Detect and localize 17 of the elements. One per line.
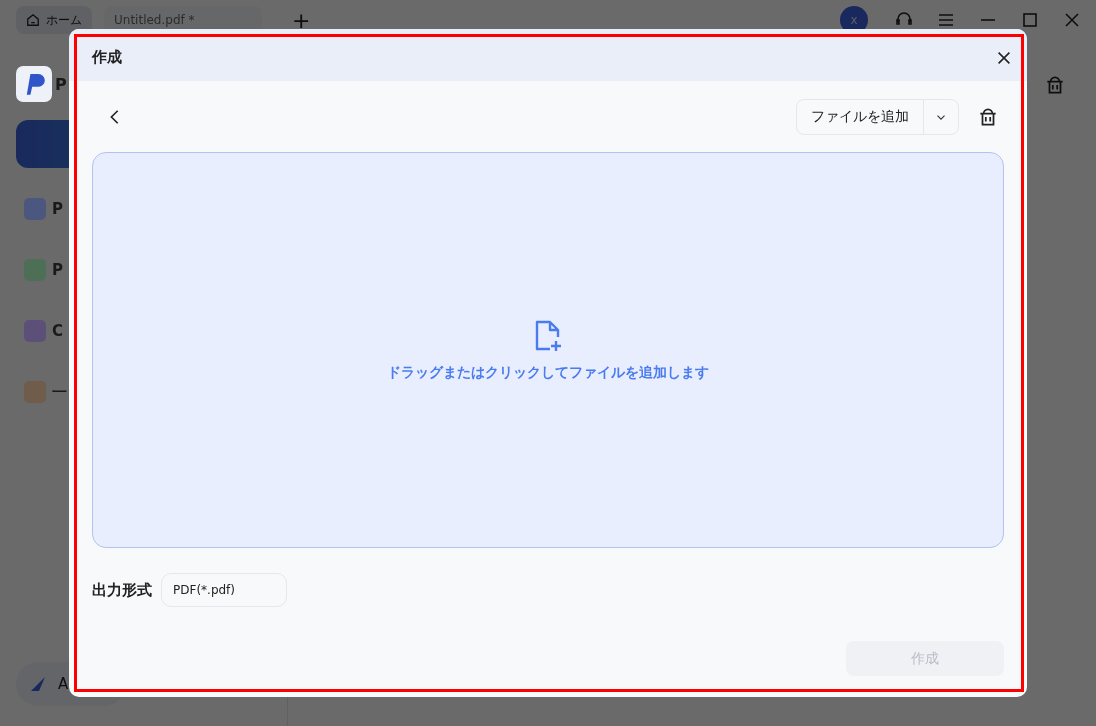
sidebar-item[interactable]: C xyxy=(52,322,63,340)
new-tab-button[interactable]: + xyxy=(292,7,311,33)
sidebar-item[interactable]: P xyxy=(52,261,63,279)
home-icon xyxy=(26,13,40,27)
tab[interactable]: ホーム xyxy=(16,6,92,34)
output-format-select[interactable]: PDF(*.pdf) xyxy=(161,573,287,607)
add-file-button[interactable]: ファイルを追加 xyxy=(796,99,959,135)
trash-icon[interactable] xyxy=(977,106,999,128)
app-name: P xyxy=(55,74,67,94)
output-format-label: 出力形式 xyxy=(92,580,152,600)
dialog-title: 作成 xyxy=(92,48,122,67)
sidebar-item[interactable]: P xyxy=(52,200,63,218)
logo-icon xyxy=(16,66,52,102)
drop-zone[interactable]: ドラッグまたはクリックしてファイルを追加します xyxy=(92,152,1004,548)
maximize-icon[interactable] xyxy=(1020,10,1040,30)
sidebar-item[interactable]: 一 xyxy=(52,382,67,402)
drop-hint: ドラッグまたはクリックしてファイルを追加します xyxy=(387,364,709,382)
